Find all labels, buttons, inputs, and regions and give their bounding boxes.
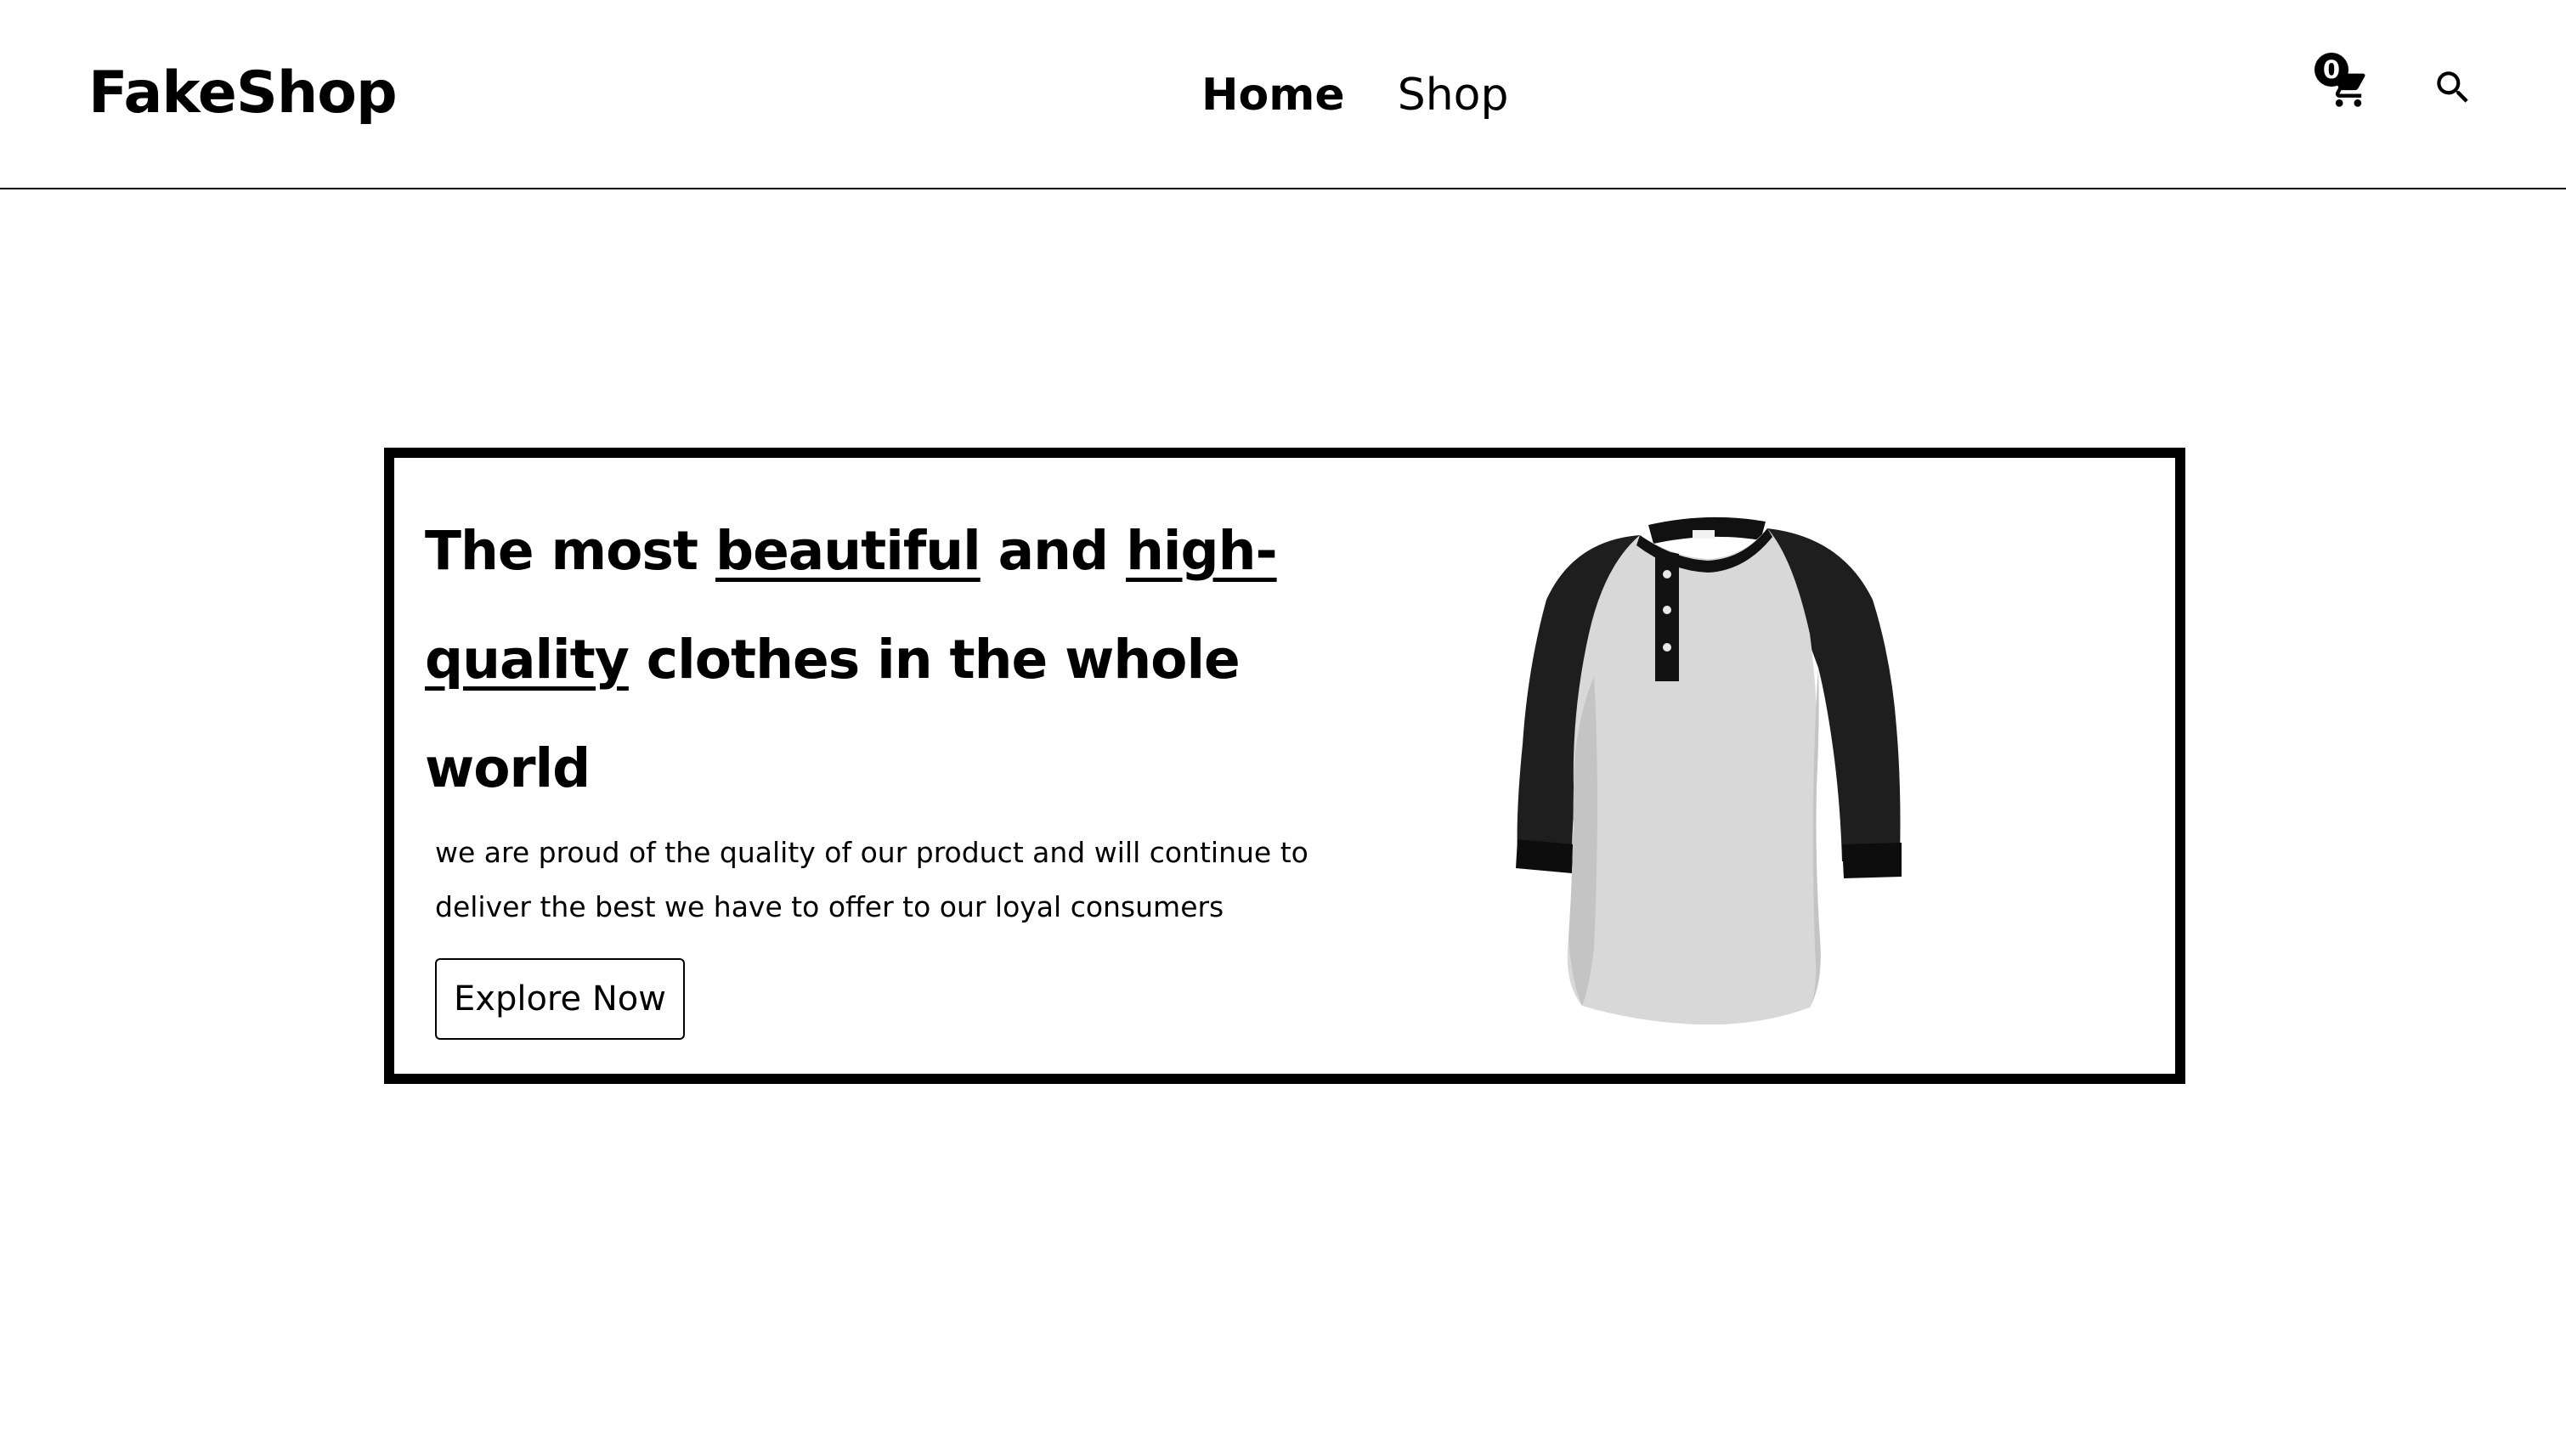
hero-headline: The most beautiful and high-quality clot…	[425, 497, 1325, 823]
search-button[interactable]	[2432, 66, 2474, 109]
headline-text: The most	[425, 520, 715, 582]
main-nav: Home Shop	[1201, 65, 1562, 126]
headline-text: and	[980, 520, 1127, 582]
hero-description: we are proud of the quality of our produ…	[435, 836, 1308, 923]
navbar: FakeShop Home Shop 0	[0, 0, 2566, 189]
brand-logo[interactable]: FakeShop	[88, 58, 398, 129]
search-icon	[2437, 71, 2468, 103]
nav-shop-link[interactable]: Shop	[1398, 65, 1509, 126]
headline-emphasis-beautiful: beautiful	[715, 520, 981, 582]
cart-button[interactable]: 0	[2314, 53, 2374, 112]
cart-count-badge: 0	[2314, 53, 2348, 87]
explore-now-button[interactable]: Explore Now	[435, 958, 685, 1040]
nav-home-link[interactable]: Home	[1201, 65, 1345, 126]
henley-shirt-image	[1516, 516, 1902, 1024]
